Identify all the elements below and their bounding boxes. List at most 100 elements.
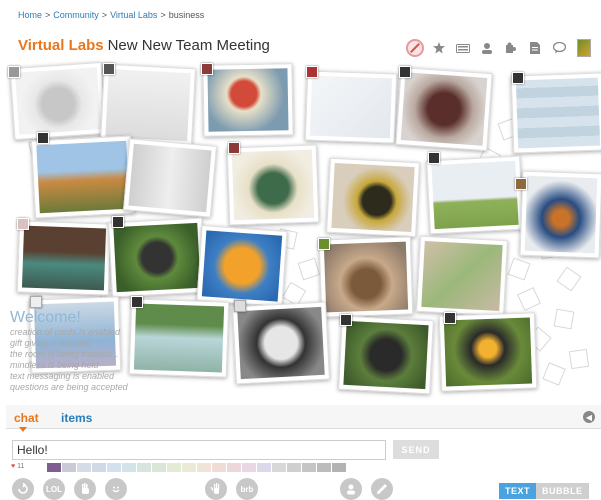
hands-up-icon[interactable] xyxy=(205,478,227,500)
breadcrumb-separator: > xyxy=(101,10,108,20)
send-button[interactable]: SEND xyxy=(393,440,439,459)
color-swatch[interactable] xyxy=(167,463,181,472)
color-swatch[interactable] xyxy=(182,463,196,472)
color-swatch[interactable] xyxy=(302,463,316,472)
photo-image xyxy=(515,77,601,149)
collage-photo[interactable] xyxy=(304,70,398,144)
photo-image xyxy=(113,222,201,293)
lol-button[interactable]: LOL xyxy=(43,478,65,500)
collage-photo[interactable] xyxy=(438,312,538,392)
heart-counter[interactable]: ♥ 11 xyxy=(11,463,24,470)
color-swatch[interactable] xyxy=(77,463,91,472)
hug-icon[interactable] xyxy=(12,478,34,500)
owner-badge[interactable] xyxy=(103,63,115,75)
heart-icon: ♥ xyxy=(11,463,16,470)
breadcrumb-current: business xyxy=(168,10,205,20)
collage-photo[interactable] xyxy=(196,225,288,307)
owner-badge[interactable] xyxy=(201,63,213,75)
collage-photo[interactable] xyxy=(9,61,107,141)
owner-badge[interactable] xyxy=(228,142,240,154)
owner-badge[interactable] xyxy=(340,314,352,326)
document-icon[interactable] xyxy=(523,38,547,58)
owner-badge[interactable] xyxy=(37,132,49,144)
photo-image xyxy=(207,68,289,132)
color-swatch[interactable] xyxy=(107,463,121,472)
tab-chat[interactable]: chat xyxy=(14,411,39,425)
color-swatch[interactable] xyxy=(197,463,211,472)
breadcrumb-community[interactable]: Community xyxy=(53,10,99,20)
tab-items[interactable]: items xyxy=(61,411,92,425)
bubble-mode-button[interactable]: BUBBLE xyxy=(536,483,589,499)
collage-photo[interactable] xyxy=(510,72,601,154)
color-swatch[interactable] xyxy=(137,463,151,472)
person-icon[interactable] xyxy=(475,38,499,58)
owner-badge[interactable] xyxy=(30,296,42,308)
puzzle-icon[interactable] xyxy=(499,38,523,58)
owner-badge[interactable] xyxy=(131,296,143,308)
color-swatch[interactable] xyxy=(257,463,271,472)
owner-badge[interactable] xyxy=(318,238,330,250)
collage-photo[interactable] xyxy=(519,170,601,259)
collage-photo[interactable] xyxy=(318,236,414,318)
text-mode-button[interactable]: TEXT xyxy=(499,483,537,499)
avatar-icon[interactable] xyxy=(340,478,362,500)
owner-badge[interactable] xyxy=(444,312,456,324)
color-swatch[interactable] xyxy=(227,463,241,472)
brand-title[interactable]: Virtual Labs xyxy=(18,37,104,54)
placeholder-tile xyxy=(507,257,531,281)
wave-icon[interactable] xyxy=(74,478,96,500)
collage-photo[interactable] xyxy=(100,63,196,147)
owner-badge[interactable] xyxy=(8,66,20,78)
collage-photo[interactable] xyxy=(416,235,508,317)
placeholder-tile xyxy=(553,308,575,330)
keyboard-icon[interactable] xyxy=(451,38,475,58)
collage-photo[interactable] xyxy=(426,155,524,235)
speech-bubble-icon[interactable] xyxy=(547,38,571,58)
breadcrumb-home[interactable]: Home xyxy=(18,10,42,20)
color-swatch[interactable] xyxy=(287,463,301,472)
owner-badge[interactable] xyxy=(399,66,411,78)
user-avatar[interactable] xyxy=(577,39,591,57)
owner-badge[interactable] xyxy=(112,216,124,228)
no-entry-icon[interactable] xyxy=(403,38,427,58)
owner-badge[interactable] xyxy=(17,218,29,230)
placeholder-tile xyxy=(568,348,590,370)
color-swatch[interactable] xyxy=(242,463,256,472)
collage-photo[interactable] xyxy=(338,315,434,395)
owner-badge[interactable] xyxy=(515,178,527,190)
collage-photo[interactable] xyxy=(395,66,493,152)
owner-badge[interactable] xyxy=(234,300,246,312)
brb-button[interactable]: brb xyxy=(236,478,258,500)
welcome-heading: Welcome! xyxy=(10,309,81,326)
color-swatch[interactable] xyxy=(47,463,61,472)
color-swatch[interactable] xyxy=(317,463,331,472)
color-swatch[interactable] xyxy=(212,463,226,472)
color-swatch[interactable] xyxy=(152,463,166,472)
collage-photo[interactable] xyxy=(123,138,217,218)
collage-photo[interactable] xyxy=(232,301,330,385)
photo-image xyxy=(14,67,102,135)
chat-message-input[interactable] xyxy=(12,440,386,460)
collage-photo[interactable] xyxy=(31,135,135,219)
breadcrumb-virtual-labs[interactable]: Virtual Labs xyxy=(110,10,157,20)
star-icon[interactable] xyxy=(427,38,451,58)
color-swatch[interactable] xyxy=(92,463,106,472)
collage-photo[interactable] xyxy=(202,63,294,137)
color-swatch[interactable] xyxy=(272,463,286,472)
smile-icon[interactable] xyxy=(105,478,127,500)
paint-brush-icon[interactable] xyxy=(371,478,393,500)
collage-photo[interactable] xyxy=(16,220,112,296)
heart-count: 11 xyxy=(17,463,25,470)
photo-image xyxy=(21,225,107,291)
collage-photo[interactable] xyxy=(108,217,206,298)
color-swatch[interactable] xyxy=(62,463,76,472)
color-swatch[interactable] xyxy=(332,463,346,472)
status-line: creation of cards is enabled xyxy=(10,327,121,337)
owner-badge[interactable] xyxy=(428,152,440,164)
collapse-arrow-icon[interactable]: ◀ xyxy=(583,411,595,423)
collage-photo[interactable] xyxy=(326,157,420,238)
owner-badge[interactable] xyxy=(306,66,318,78)
owner-badge[interactable] xyxy=(512,72,524,84)
color-swatch[interactable] xyxy=(122,463,136,472)
collage-photo[interactable] xyxy=(226,144,320,226)
